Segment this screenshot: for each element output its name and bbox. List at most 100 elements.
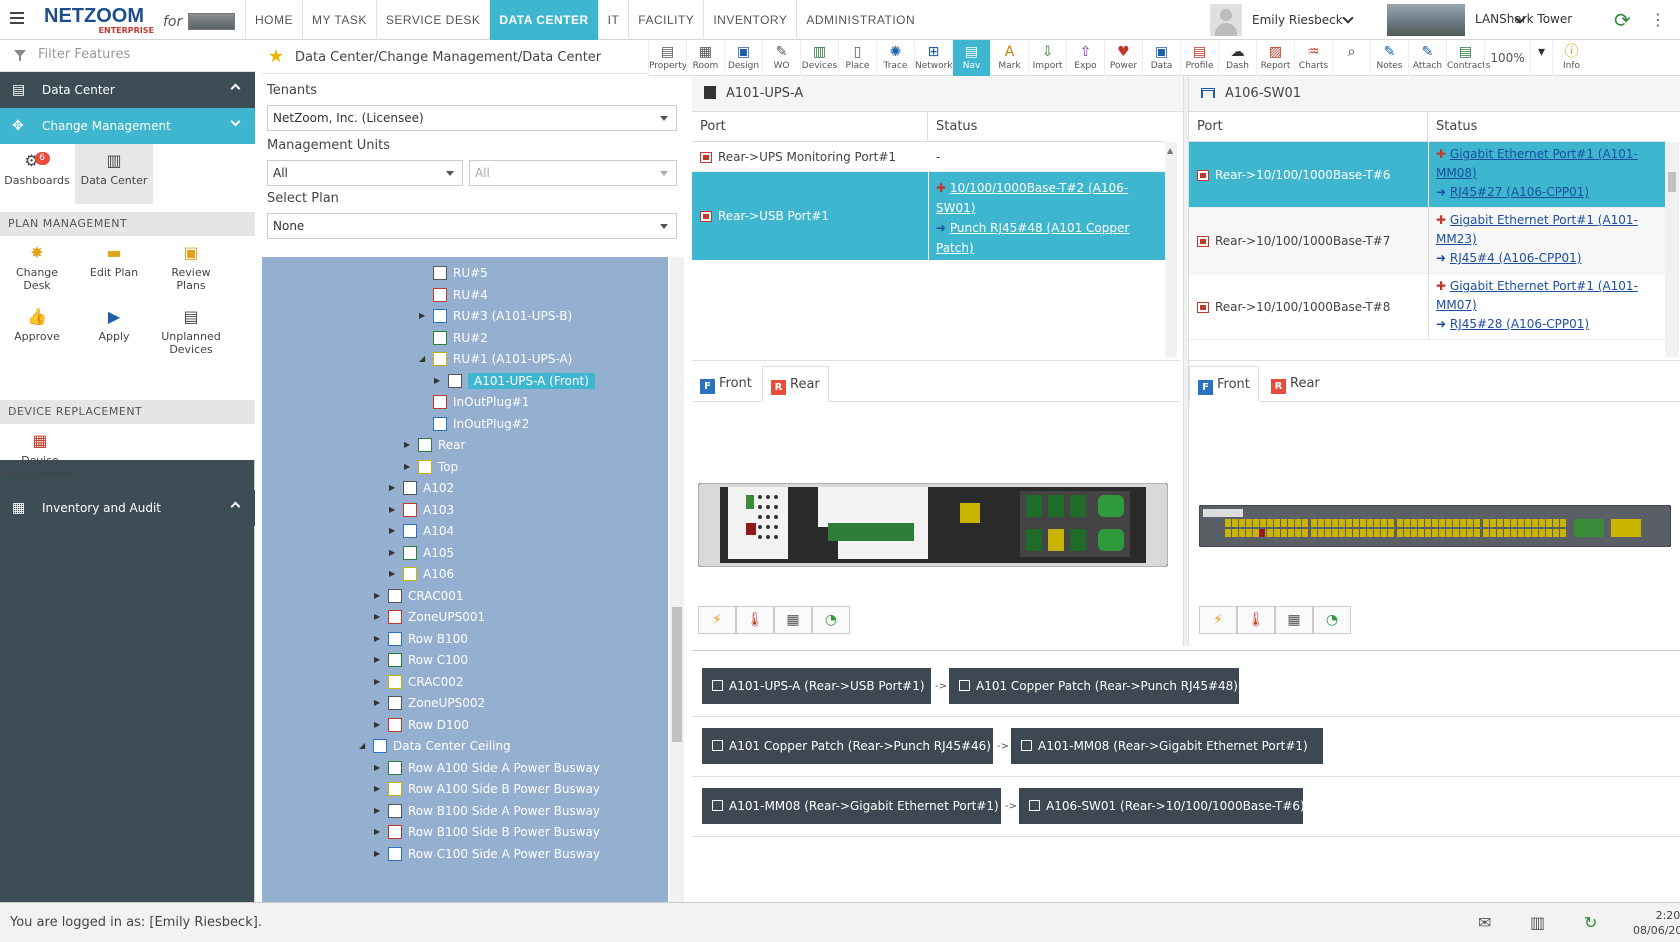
tree-node[interactable]: ▶ A101-UPS-A (Front) bbox=[434, 370, 595, 392]
mail-icon[interactable]: ✉ bbox=[1478, 913, 1491, 932]
temperature-icon[interactable]: 🌡 bbox=[1237, 606, 1275, 634]
tree-node[interactable]: ◢ Data Center Ceiling bbox=[359, 735, 511, 757]
tree-scrollbar[interactable] bbox=[670, 257, 684, 902]
tree-node[interactable]: ▶ A103 bbox=[389, 499, 454, 521]
nav-home[interactable]: HOME bbox=[245, 0, 302, 40]
tab-front[interactable]: F Front bbox=[692, 366, 760, 402]
toolbar-place-button[interactable]: ▯ Place bbox=[838, 40, 876, 76]
toolbar-mark-button[interactable]: A Mark bbox=[990, 40, 1028, 76]
port-column-header[interactable]: Port bbox=[1189, 112, 1428, 142]
sync-icon[interactable]: ↻ bbox=[1584, 913, 1597, 932]
calculator-icon[interactable]: ▥ bbox=[1530, 913, 1545, 932]
section-inventory-audit[interactable]: ▦ Inventory and Audit bbox=[0, 490, 255, 526]
tree-node[interactable]: ▶ Row C100 bbox=[374, 649, 468, 671]
tree-node[interactable]: InOutPlug#1 bbox=[433, 391, 529, 413]
scrollbar-thumb[interactable] bbox=[1668, 172, 1676, 192]
nav-administration[interactable]: ADMINISTRATION bbox=[796, 0, 924, 40]
toolbar-wo-button[interactable]: ✎ WO bbox=[762, 40, 800, 76]
expand-icon[interactable]: ▶ bbox=[374, 692, 380, 714]
expand-icon[interactable]: ▶ bbox=[374, 628, 380, 650]
connection-link[interactable]: ➜ RJ45#4 (A106-CPP01) bbox=[1436, 249, 1660, 268]
tree-node[interactable]: RU#2 bbox=[433, 327, 488, 349]
toolbar-100pct-button[interactable]: 100% bbox=[1484, 40, 1530, 76]
toolbar-network-button[interactable]: ⊞ Network bbox=[914, 40, 953, 76]
ports-icon[interactable]: ▦ bbox=[774, 606, 812, 634]
tab-front[interactable]: F Front bbox=[1189, 366, 1259, 402]
chevron-up-icon[interactable] bbox=[230, 501, 241, 512]
tile-approve[interactable]: 👍 Approve bbox=[0, 300, 74, 360]
tile-edit-plan[interactable]: ▬ Edit Plan bbox=[77, 236, 151, 296]
tile-data-center[interactable]: ▥ Data Center bbox=[75, 144, 153, 204]
table-row-selected[interactable]: Rear->USB Port#1 ✚ 10/100/1000Base-T#2 (… bbox=[692, 172, 1165, 260]
trace-node[interactable]: A101 Copper Patch (Rear->Punch RJ45#48) bbox=[949, 668, 1239, 704]
tree-node[interactable]: InOutPlug#2 bbox=[433, 413, 529, 435]
expand-icon[interactable]: ▶ bbox=[374, 800, 380, 822]
port-column-header[interactable]: Port bbox=[692, 112, 928, 142]
expand-icon[interactable]: ▶ bbox=[434, 370, 440, 392]
tile-dashboards[interactable]: ⚙6 Dashboards bbox=[0, 144, 74, 204]
hamburger-menu-icon[interactable] bbox=[10, 12, 24, 24]
favorite-star-icon[interactable]: ★ bbox=[268, 46, 284, 67]
tile-apply[interactable]: ▶ Apply bbox=[77, 300, 151, 360]
connection-link-text[interactable]: RJ45#28 (A106-CPP01) bbox=[1450, 317, 1589, 331]
trace-node[interactable]: A101-UPS-A (Rear->USB Port#1) bbox=[702, 668, 931, 704]
toolbar-zoom-menu-button[interactable]: ▾ bbox=[1530, 40, 1552, 76]
tree-node[interactable]: ▶ Top bbox=[404, 456, 458, 478]
tree-node[interactable]: ◢ RU#1 (A101-UPS-A) bbox=[419, 348, 572, 370]
tree-node[interactable]: ▶ A102 bbox=[389, 477, 454, 499]
tree-node[interactable]: ▶ CRAC002 bbox=[374, 671, 464, 693]
tree-node[interactable]: ▶ Row B100 Side A Power Busway bbox=[374, 800, 600, 822]
expand-icon[interactable]: ▶ bbox=[389, 477, 395, 499]
tree-node[interactable]: ▶ A106 bbox=[389, 563, 454, 585]
toolbar-notes-button[interactable]: ✎ Notes bbox=[1370, 40, 1408, 76]
filter-features[interactable]: Filter Features bbox=[0, 40, 255, 72]
tree-node[interactable]: RU#4 bbox=[433, 284, 488, 306]
scroll-up-icon[interactable]: ▲ bbox=[1167, 146, 1175, 156]
connection-link[interactable]: ➜ Punch RJ45#48 (A101 Copper Patch) bbox=[936, 218, 1161, 258]
status-column-header[interactable]: Status bbox=[928, 112, 1165, 142]
collapse-icon[interactable]: ◢ bbox=[359, 735, 365, 757]
chevron-up-icon[interactable] bbox=[230, 83, 241, 94]
connection-link[interactable]: ➜ RJ45#28 (A106-CPP01) bbox=[1436, 315, 1660, 334]
switch-front-image[interactable] bbox=[1199, 505, 1671, 547]
management-subunit-select[interactable]: All bbox=[469, 160, 677, 186]
toolbar-devices-button[interactable]: ▥ Devices bbox=[800, 40, 838, 76]
nav-data-center[interactable]: DATA CENTER bbox=[489, 0, 598, 40]
connection-link-text[interactable]: Gigabit Ethernet Port#1 (A101-MM23) bbox=[1436, 213, 1638, 246]
expand-icon[interactable]: ▶ bbox=[374, 757, 380, 779]
toolbar-data-button[interactable]: ▣ Data bbox=[1142, 40, 1180, 76]
toolbar-power-button[interactable]: ♥ Power bbox=[1104, 40, 1142, 76]
expand-icon[interactable]: ▶ bbox=[374, 585, 380, 607]
tree-node[interactable]: ▶ Row A100 Side A Power Busway bbox=[374, 757, 600, 779]
left-table-scrollbar[interactable]: ▲ bbox=[1165, 142, 1177, 357]
connection-link-text[interactable]: RJ45#27 (A106-CPP01) bbox=[1450, 185, 1589, 199]
trace-node[interactable]: A101 Copper Patch (Rear->Punch RJ45#46) bbox=[702, 728, 993, 764]
collapse-icon[interactable]: ◢ bbox=[419, 348, 425, 370]
connection-link[interactable]: ✚ Gigabit Ethernet Port#1 (A101-MM07) bbox=[1436, 277, 1660, 315]
chevron-down-icon[interactable] bbox=[230, 116, 241, 127]
expand-icon[interactable]: ▶ bbox=[374, 606, 380, 628]
toolbar-room-button[interactable]: ▦ Room bbox=[686, 40, 724, 76]
tree-node[interactable]: ▶ A104 bbox=[389, 520, 454, 542]
expand-icon[interactable]: ▶ bbox=[419, 305, 425, 327]
gauge-icon[interactable]: ◔ bbox=[812, 606, 850, 634]
power-icon[interactable]: ⚡ bbox=[698, 606, 736, 634]
refresh-icon[interactable]: ⟳ bbox=[1614, 10, 1631, 30]
connection-link[interactable]: ✚ Gigabit Ethernet Port#1 (A101-MM08) bbox=[1436, 145, 1660, 183]
connection-link-text[interactable]: 10/100/1000Base-T#2 (A106-SW01) bbox=[936, 181, 1128, 215]
tree-node[interactable]: ▶ RU#3 (A101-UPS-B) bbox=[419, 305, 572, 327]
expand-icon[interactable]: ▶ bbox=[374, 778, 380, 800]
expand-icon[interactable]: ▶ bbox=[389, 563, 395, 585]
tab-rear[interactable]: R Rear bbox=[1263, 366, 1328, 402]
tree-node[interactable]: ▶ ZoneUPS002 bbox=[374, 692, 485, 714]
connection-link-text[interactable]: Gigabit Ethernet Port#1 (A101-MM08) bbox=[1436, 147, 1638, 180]
management-unit-select[interactable]: All bbox=[267, 160, 463, 186]
toolbar-attach-button[interactable]: ✎ Attach bbox=[1408, 40, 1446, 76]
toolbar-info-button[interactable]: ⓘ Info bbox=[1552, 40, 1590, 76]
section-data-center[interactable]: ▤ Data Center bbox=[0, 72, 255, 108]
toolbar-charts-button[interactable]: ♒ Charts bbox=[1294, 40, 1332, 76]
temperature-icon[interactable]: 🌡 bbox=[736, 606, 774, 634]
scrollbar-thumb[interactable] bbox=[672, 607, 682, 742]
plan-select[interactable]: None bbox=[267, 213, 677, 239]
tab-rear[interactable]: R Rear bbox=[762, 366, 829, 402]
